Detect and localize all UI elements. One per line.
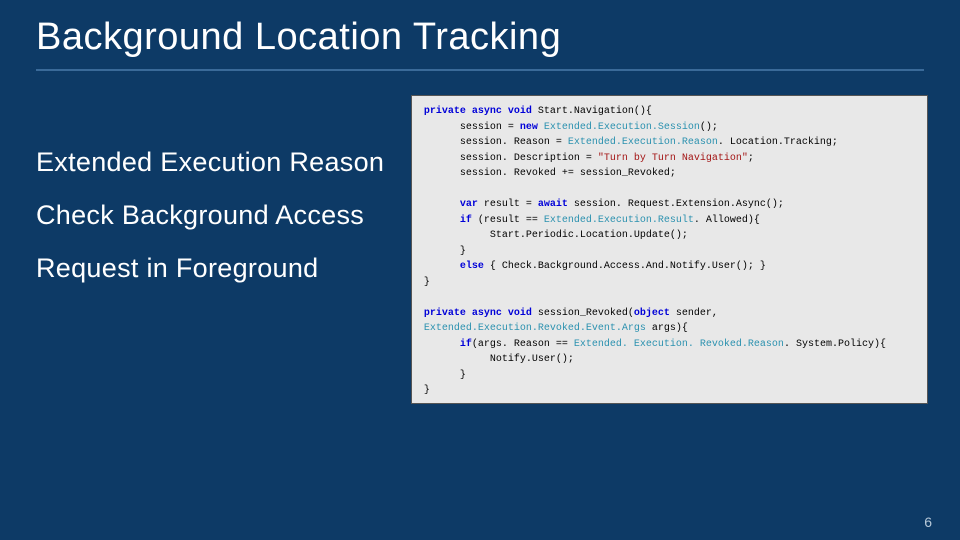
code-token [424,261,460,272]
code-token: else [460,261,484,272]
code-token: Extended. Execution. Revoked.Reason [574,339,784,350]
code-token [424,215,460,226]
code-token: Extended.Execution.Revoked.Event.Args [424,323,646,334]
code-token: . Allowed){ [694,215,760,226]
code-token: } [424,370,466,381]
code-token: } [424,246,466,257]
code-token: object [634,308,670,319]
code-token: ; [748,153,754,164]
code-sample: private async void Start.Navigation(){ s… [411,95,928,404]
code-token [424,199,460,210]
code-token: (args. Reason == [472,339,574,350]
code-token: session. Reason = [424,137,568,148]
slide-content: Extended Execution Reason Check Backgrou… [0,71,960,404]
code-token: } [424,277,430,288]
code-token: await [538,199,568,210]
bullet-list: Extended Execution Reason Check Backgrou… [36,95,387,404]
code-token: Start.Navigation(){ [532,106,652,117]
slide-number: 6 [924,514,932,530]
code-token: { Check.Background.Access.And.Notify.Use… [484,261,766,272]
code-token: session. Request.Extension.Async(); [568,199,784,210]
code-token: . System.Policy){ [784,339,886,350]
code-token: Start.Periodic.Location.Update(); [424,230,688,241]
code-token: Notify.User(); [424,354,574,365]
code-token: (); [700,122,718,133]
code-token: private async void [424,106,532,117]
bullet-request-in-foreground: Request in Foreground [36,253,387,284]
code-token: (result == [472,215,544,226]
code-token: if [460,339,472,350]
code-token: session_Revoked( [532,308,634,319]
bullet-check-background-access: Check Background Access [36,200,387,231]
code-token: args){ [646,323,688,334]
code-token: private async void [424,308,532,319]
code-token: session = [424,122,520,133]
slide-title: Background Location Tracking [0,0,960,59]
code-token: new [520,122,538,133]
bullet-extended-execution-reason: Extended Execution Reason [36,147,387,178]
code-token: result = [478,199,538,210]
code-token: "Turn by Turn Navigation" [598,153,748,164]
code-token: sender, [670,308,718,319]
code-token: . Location.Tracking; [718,137,838,148]
code-token: Extended.Execution.Result [544,215,694,226]
code-token: var [460,199,478,210]
code-token: Extended.Execution.Session [538,122,700,133]
code-token: Extended.Execution.Reason [568,137,718,148]
code-token: session. Revoked += session_Revoked; [424,168,676,179]
code-token: } [424,385,430,396]
code-token: session. Description = [424,153,598,164]
code-token: if [460,215,472,226]
code-token [424,339,460,350]
